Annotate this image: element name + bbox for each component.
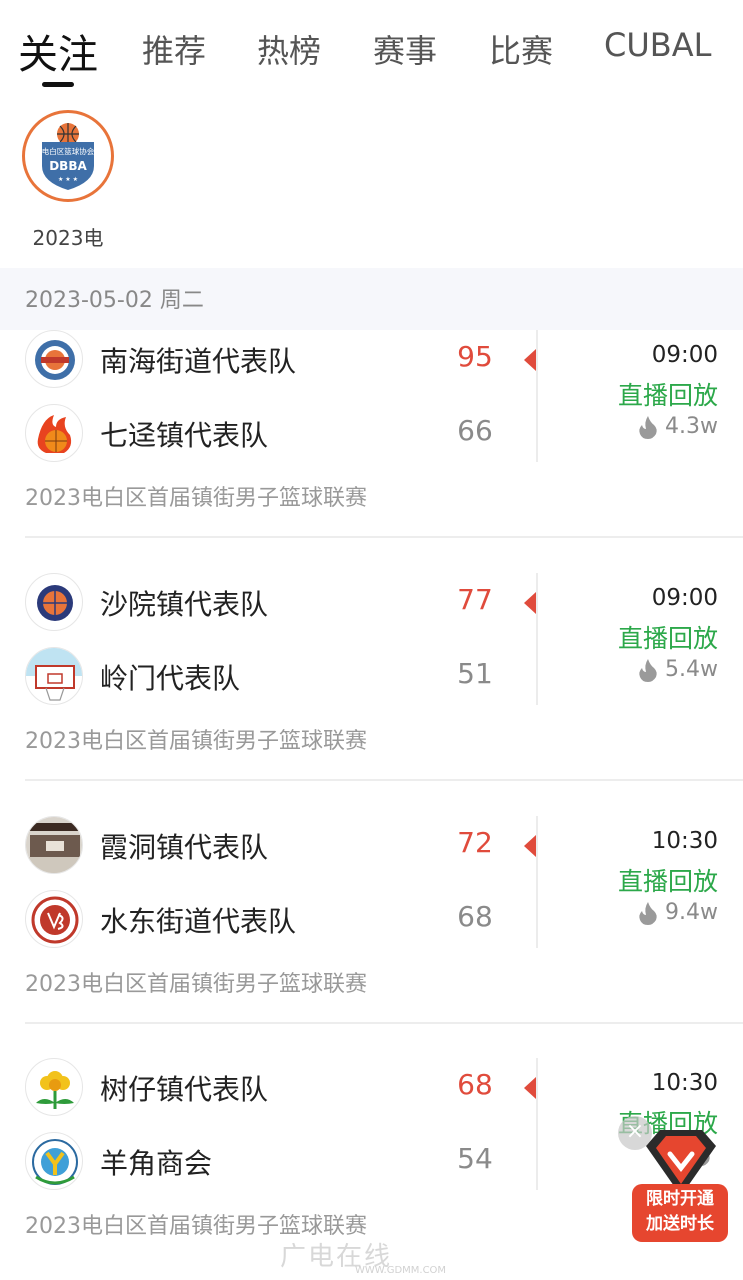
replay-link[interactable]: 直播回放 [618, 862, 718, 898]
match-time: 09:00 [651, 342, 718, 368]
winner-arrow-icon [524, 835, 536, 857]
tab-cubal[interactable]: CUBAL [604, 26, 711, 64]
heat-value: 4.3w [665, 414, 718, 439]
winner-arrow-icon [524, 592, 536, 614]
promo-line-1: 限时开通 [646, 1189, 714, 1209]
team-logo-icon [25, 573, 83, 631]
home-team-name: 沙院镇代表队 [100, 588, 269, 621]
replay-link[interactable]: 直播回放 [618, 376, 718, 412]
flower-logo-icon [25, 1058, 83, 1116]
away-team-row: 岭门代表队 51 [25, 647, 505, 707]
watermark-url: WWW.GDMM.COM [355, 1265, 447, 1276]
match-time: 10:30 [651, 828, 718, 854]
tab-hot-list[interactable]: 热榜 [257, 26, 321, 72]
home-team-row: 南海街道代表队 95 [25, 330, 505, 390]
match-league: 2023电白区首届镇街男子篮球联赛 [25, 729, 367, 754]
flame-icon [639, 901, 657, 925]
match-separator [25, 1022, 743, 1024]
away-team-name: 岭门代表队 [100, 662, 241, 695]
home-team-score: 95 [457, 340, 493, 373]
followed-league[interactable]: 电白区篮球协会 DBBA ★ ★ ★ 2023电 [20, 110, 116, 251]
match-card[interactable]: 沙院镇代表队 77 岭门代表队 51 09:00 直播回放 5.4w 2023电… [0, 573, 743, 816]
tab-matches[interactable]: 比赛 [489, 26, 553, 72]
home-team-score: 77 [457, 583, 493, 616]
team-logo-icon [25, 330, 83, 388]
match-card[interactable]: 霞洞镇代表队 72 水东街道代表队 68 10:30 直播回放 9.4w 202… [0, 816, 743, 1059]
hoop-logo-icon [25, 647, 83, 705]
league-logo[interactable]: 电白区篮球协会 DBBA ★ ★ ★ [22, 110, 114, 202]
away-team-name: 水东街道代表队 [100, 905, 297, 938]
home-team-row: 沙院镇代表队 77 [25, 573, 505, 633]
divider [536, 573, 538, 705]
heat-value: 5.4w [665, 657, 718, 682]
home-team-row: 霞洞镇代表队 72 [25, 816, 505, 876]
match-time: 09:00 [651, 585, 718, 611]
divider [536, 330, 538, 462]
winner-arrow-icon [524, 1077, 536, 1099]
away-team-score: 66 [457, 414, 493, 447]
divider [536, 1058, 538, 1190]
away-team-name: 羊角商会 [100, 1147, 213, 1180]
away-team-score: 54 [457, 1142, 493, 1175]
promo-close-button[interactable]: × [618, 1116, 652, 1150]
svg-text:★ ★ ★: ★ ★ ★ [58, 176, 78, 183]
winner-arrow-icon [524, 349, 536, 371]
fire-basketball-logo-icon [25, 404, 83, 462]
match-league: 2023电白区首届镇街男子篮球联赛 [25, 972, 367, 997]
league-logo-acronym: DBBA [49, 159, 87, 173]
top-tab-bar: 关注 推荐 热榜 赛事 比赛 CUBAL [0, 0, 743, 100]
match-separator [25, 779, 743, 781]
home-team-score: 68 [457, 1068, 493, 1101]
flame-icon [639, 658, 657, 682]
away-team-score: 51 [457, 657, 493, 690]
team-logo-icon [25, 1132, 83, 1190]
heat-value: 9.4w [665, 900, 718, 925]
home-team-name: 霞洞镇代表队 [100, 831, 269, 864]
league-logo-caption: 电白区篮球协会 [42, 146, 95, 156]
date-header: 2023-05-02 周二 [0, 268, 743, 330]
vip-promo-badge[interactable]: × 限时开通 加送时长 [618, 1116, 728, 1242]
away-team-row: 水东街道代表队 68 [25, 890, 505, 950]
match-card[interactable]: 南海街道代表队 95 七迳镇代表队 66 09:00 直播回放 4.3w 202… [0, 330, 743, 573]
tab-events[interactable]: 赛事 [373, 26, 437, 72]
home-team-score: 72 [457, 826, 493, 859]
home-team-name: 南海街道代表队 [100, 345, 297, 378]
home-team-row: 树仔镇代表队 68 [25, 1058, 505, 1118]
match-time: 10:30 [651, 1070, 718, 1096]
promo-line-2: 加送时长 [646, 1214, 714, 1234]
heat-count: 9.4w [637, 900, 718, 925]
heat-count: 5.4w [637, 657, 718, 682]
promo-label[interactable]: 限时开通 加送时长 [632, 1184, 728, 1242]
dbba-shield-icon: 电白区篮球协会 DBBA ★ ★ ★ [42, 123, 95, 190]
team-logo-icon [25, 890, 83, 948]
away-team-row: 七迳镇代表队 66 [25, 404, 505, 464]
flame-icon [639, 415, 657, 439]
home-team-name: 树仔镇代表队 [100, 1073, 269, 1106]
away-team-score: 68 [457, 900, 493, 933]
away-team-row: 羊角商会 54 [25, 1132, 505, 1192]
league-name: 2023电 [32, 226, 104, 250]
match-league: 2023电白区首届镇街男子篮球联赛 [25, 486, 367, 511]
replay-link[interactable]: 直播回放 [618, 619, 718, 655]
match-separator [25, 536, 743, 538]
heat-count: 4.3w [637, 414, 718, 439]
divider [536, 816, 538, 948]
active-tab-indicator [42, 82, 74, 87]
tab-follow[interactable]: 关注 [18, 22, 98, 80]
building-logo-icon [25, 816, 83, 874]
date-label: 2023-05-02 周二 [25, 288, 204, 313]
tab-recommend[interactable]: 推荐 [142, 26, 206, 72]
away-team-name: 七迳镇代表队 [100, 419, 269, 452]
